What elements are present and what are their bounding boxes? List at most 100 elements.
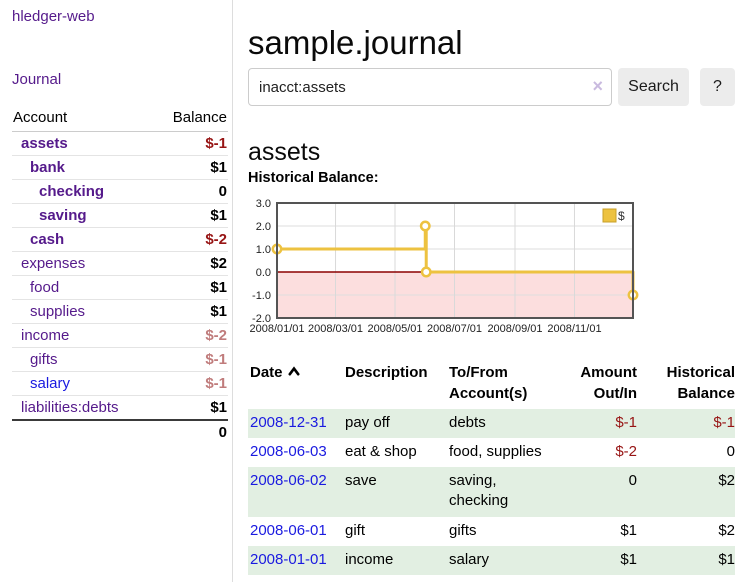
app-title-link[interactable]: hledger-web xyxy=(12,8,95,25)
account-row: supplies $1 xyxy=(12,300,228,324)
account-link[interactable]: liabilities:debts xyxy=(21,399,119,416)
sidebar: hledger-web Journal Account Balance asse… xyxy=(0,0,233,582)
account-link[interactable]: assets xyxy=(21,135,68,152)
account-row: checking 0 xyxy=(12,180,228,204)
account-name-cell: checking xyxy=(12,180,154,204)
search-button[interactable]: Search xyxy=(618,68,689,106)
accounts-total-row: 0 xyxy=(12,420,228,444)
account-link[interactable]: expenses xyxy=(21,255,85,272)
account-balance: $-1 xyxy=(154,132,228,156)
account-row: bank $1 xyxy=(12,156,228,180)
account-row: food $1 xyxy=(12,276,228,300)
transaction-date-link[interactable]: 2008-12-31 xyxy=(250,414,327,431)
account-link[interactable]: salary xyxy=(30,375,70,392)
search-input-wrap: × xyxy=(248,68,612,106)
transaction-date-link[interactable]: 2008-06-03 xyxy=(250,443,327,460)
register-description-cell: eat & shop xyxy=(345,438,449,467)
account-balance: $1 xyxy=(154,396,228,421)
account-row: income $-2 xyxy=(12,324,228,348)
register-header-row: Date Description To/From Account(s) Amou… xyxy=(248,360,735,409)
register-date-cell: 2008-06-03 xyxy=(248,438,345,467)
register-accounts-cell: debts xyxy=(449,409,549,438)
account-name-cell: assets xyxy=(12,132,154,156)
register-header-amount: Amount Out/In xyxy=(549,360,637,409)
clear-search-icon[interactable]: × xyxy=(592,76,603,97)
register-header-date[interactable]: Date xyxy=(248,360,345,409)
account-name-cell: liabilities:debts xyxy=(12,396,154,421)
search-input[interactable] xyxy=(248,68,612,106)
svg-text:2008/03/01: 2008/03/01 xyxy=(308,323,363,335)
register-header-accounts: To/From Account(s) xyxy=(449,360,549,409)
account-balance: $1 xyxy=(154,300,228,324)
svg-text:2008/09/01: 2008/09/01 xyxy=(487,323,542,335)
account-name-cell: cash xyxy=(12,228,154,252)
svg-text:0.0: 0.0 xyxy=(256,267,271,279)
account-row: saving $1 xyxy=(12,204,228,228)
account-row: expenses $2 xyxy=(12,252,228,276)
account-link[interactable]: bank xyxy=(30,159,65,176)
account-name-cell: bank xyxy=(12,156,154,180)
accounts-header-account: Account xyxy=(12,106,154,132)
register-balance-cell: $-1 xyxy=(637,409,735,438)
account-link[interactable]: checking xyxy=(39,183,104,200)
register-description-cell: gift xyxy=(345,517,449,546)
account-link[interactable]: cash xyxy=(30,231,64,248)
svg-text:$: $ xyxy=(618,209,625,223)
register-header-balance: Historical Balance xyxy=(637,360,735,409)
account-link[interactable]: food xyxy=(30,279,59,296)
register-balance-cell: $1 xyxy=(637,546,735,575)
register-date-cell: 2008-06-02 xyxy=(248,467,345,517)
svg-text:1.0: 1.0 xyxy=(256,244,271,256)
register-accounts-cell: salary xyxy=(449,546,549,575)
account-name-cell: salary xyxy=(12,372,154,396)
transaction-date-link[interactable]: 2008-01-01 xyxy=(250,551,327,568)
account-name-cell: saving xyxy=(12,204,154,228)
register-row: 2008-12-31pay offdebts$-1$-1 xyxy=(248,409,735,438)
register-accounts-cell: food, supplies xyxy=(449,438,549,467)
accounts-table: Account Balance assets $-1 bank $1 checking 0… xyxy=(12,106,228,444)
register-description-cell: save xyxy=(345,467,449,517)
transaction-date-link[interactable]: 2008-06-01 xyxy=(250,522,327,539)
register-balance-cell: $2 xyxy=(637,467,735,517)
account-balance: $-2 xyxy=(154,324,228,348)
accounts-header-balance: Balance xyxy=(154,106,228,132)
accounts-total-value: 0 xyxy=(154,420,228,444)
register-balance-cell: 0 xyxy=(637,438,735,467)
register-accounts-cell: saving, checking xyxy=(449,467,549,517)
account-name-cell: gifts xyxy=(12,348,154,372)
register-date-cell: 2008-01-01 xyxy=(248,546,345,575)
register-table: Date Description To/From Account(s) Amou… xyxy=(248,360,735,575)
register-amount-cell: $1 xyxy=(549,546,637,575)
svg-text:-1.0: -1.0 xyxy=(252,290,271,302)
account-balance: $2 xyxy=(154,252,228,276)
register-row: 2008-06-03eat & shopfood, supplies$-20 xyxy=(248,438,735,467)
account-balance: 0 xyxy=(154,180,228,204)
account-link[interactable]: income xyxy=(21,327,69,344)
account-balance: $1 xyxy=(154,276,228,300)
register-date-cell: 2008-12-31 xyxy=(248,409,345,438)
accounts-header-row: Account Balance xyxy=(12,106,228,132)
register-header-description: Description xyxy=(345,360,449,409)
page-title: sample.journal xyxy=(248,24,463,62)
register-date-cell: 2008-06-01 xyxy=(248,517,345,546)
account-balance: $1 xyxy=(154,204,228,228)
sidebar-item-journal[interactable]: Journal xyxy=(12,71,61,88)
account-link[interactable]: supplies xyxy=(30,303,85,320)
account-link[interactable]: saving xyxy=(39,207,87,224)
account-row: assets $-1 xyxy=(12,132,228,156)
account-link[interactable]: gifts xyxy=(30,351,58,368)
help-button[interactable]: ? xyxy=(700,68,735,106)
svg-text:2008/07/01: 2008/07/01 xyxy=(427,323,482,335)
historical-balance-chart: 3.02.01.00.0-1.0-2.02008/01/012008/03/01… xyxy=(245,198,640,340)
register-accounts-cell: gifts xyxy=(449,517,549,546)
account-heading: assets xyxy=(248,138,320,167)
register-row: 2008-01-01incomesalary$1$1 xyxy=(248,546,735,575)
register-row: 2008-06-02savesaving, checking0$2 xyxy=(248,467,735,517)
accounts-total-spacer xyxy=(12,420,154,444)
register-balance-cell: $2 xyxy=(637,517,735,546)
register-table-body: 2008-12-31pay offdebts$-1$-12008-06-03ea… xyxy=(248,409,735,576)
account-balance: $1 xyxy=(154,156,228,180)
svg-text:3.0: 3.0 xyxy=(256,198,271,210)
svg-text:2.0: 2.0 xyxy=(256,221,271,233)
transaction-date-link[interactable]: 2008-06-02 xyxy=(250,472,327,489)
